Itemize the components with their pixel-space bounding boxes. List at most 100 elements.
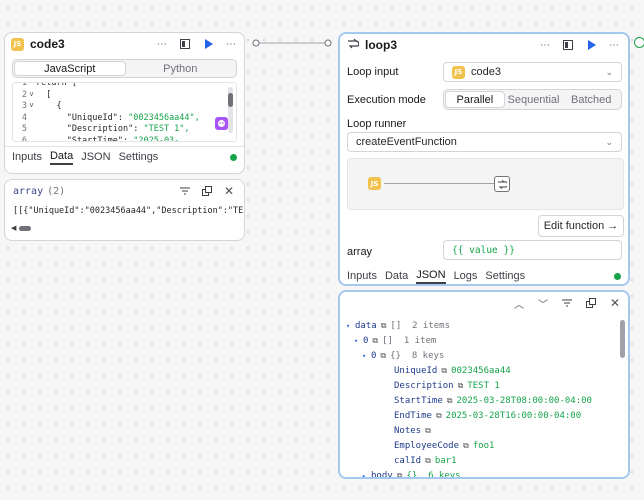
filter-icon[interactable]: [178, 184, 192, 198]
menu-icon[interactable]: ⋯: [607, 38, 621, 52]
filter-icon[interactable]: [560, 296, 574, 310]
json-row[interactable]: UniqueId ⧉ 0023456aa44: [346, 363, 511, 378]
loop-node[interactable]: loop3 ⋯ ⋯ Loop input JS code3 ⌄ Executio…: [338, 32, 630, 286]
loop-input-select[interactable]: JS code3 ⌄: [443, 62, 622, 82]
line-number: 2: [21, 89, 27, 100]
code-line: 4 "UniqueId": "0023456aa44",: [13, 113, 224, 125]
horizontal-scrollbar[interactable]: ◀: [11, 224, 32, 232]
code-node[interactable]: JS code3 ⋯ ⋯ JavaScript Python 1 return […: [4, 32, 245, 174]
json-row[interactable]: ▾ 0 ⧉ {} 8 keys: [346, 348, 444, 363]
copy-icon[interactable]: ⧉: [447, 396, 453, 406]
play-icon[interactable]: [584, 38, 598, 52]
copy-icon[interactable]: ⧉: [381, 321, 387, 331]
json-row[interactable]: StartTime ⧉ 2025-03-28T08:00:00-04:00: [346, 393, 592, 408]
chevron-down-icon[interactable]: ﹀: [536, 296, 550, 311]
tab-json[interactable]: JSON: [416, 269, 446, 284]
loop-output-handle[interactable]: [634, 37, 644, 48]
input-handle: [324, 39, 332, 47]
copy-icon[interactable]: ⧉: [436, 411, 442, 421]
caret-right-icon[interactable]: ▸: [362, 472, 371, 478]
tab-python[interactable]: Python: [126, 61, 236, 76]
tab-settings[interactable]: Settings: [485, 270, 525, 282]
js-icon: JS: [452, 65, 465, 79]
json-key: EmployeeCode: [394, 440, 460, 451]
caret-down-icon[interactable]: ▾: [354, 337, 363, 345]
code-node-header: JS code3 ⋯ ⋯: [5, 33, 244, 55]
json-row[interactable]: ▸ body ⧉{} 6 keys: [346, 468, 461, 478]
tab-inputs[interactable]: Inputs: [12, 151, 42, 163]
copy-icon[interactable]: ⧉: [441, 366, 447, 376]
more-icon[interactable]: ⋯: [155, 37, 169, 51]
mode-parallel[interactable]: Parallel: [445, 91, 505, 108]
tab-json[interactable]: JSON: [81, 151, 110, 163]
json-row[interactable]: Description ⧉ TEST 1: [346, 378, 500, 393]
status-success-dot: [230, 153, 237, 161]
loop-input-label: Loop input: [347, 66, 399, 78]
copy-icon[interactable]: ⧉: [372, 336, 378, 346]
play-icon[interactable]: [201, 37, 215, 51]
fold-icon[interactable]: [27, 83, 36, 90]
fold-icon[interactable]: v: [27, 90, 36, 102]
fold-icon[interactable]: v: [27, 101, 36, 113]
caret-down-icon[interactable]: ▾: [362, 352, 371, 360]
panel-icon[interactable]: [178, 37, 192, 51]
json-row[interactable]: EmployeeCode ⧉ foo1: [346, 438, 494, 453]
tab-settings[interactable]: Settings: [119, 151, 159, 163]
caret-down-icon[interactable]: ▾: [346, 322, 355, 330]
chevron-down-icon: ⌄: [605, 66, 613, 77]
close-icon[interactable]: ✕: [222, 184, 236, 198]
json-row[interactable]: EndTime ⧉ 2025-03-28T16:00:00-04:00: [346, 408, 581, 423]
tab-logs[interactable]: Logs: [454, 270, 478, 282]
loop-runner-select[interactable]: createEventFunction ⌄: [347, 132, 622, 152]
loop-input-value: code3: [471, 66, 501, 78]
fold-icon[interactable]: [27, 124, 36, 136]
copy-icon[interactable]: ⧉: [463, 441, 469, 451]
tab-data[interactable]: Data: [49, 150, 74, 165]
mode-sequential[interactable]: Sequential: [505, 91, 563, 108]
tab-data[interactable]: Data: [385, 270, 408, 282]
tab-javascript[interactable]: JavaScript: [14, 61, 126, 76]
panel-icon[interactable]: [561, 38, 575, 52]
copy-icon[interactable]: ⧉: [380, 351, 386, 361]
editor-scroll-thumb[interactable]: [228, 93, 233, 107]
copy-icon[interactable]: ⧉: [397, 471, 403, 478]
array-output-panel: array (2) ✕ [[{"UniqueId":"0023456aa44",…: [4, 179, 245, 241]
node-connector: [252, 39, 332, 47]
json-type: {}: [406, 470, 418, 478]
json-row[interactable]: ▾ 0 ⧉ [] 1 item: [346, 333, 436, 348]
loop-runner-value: createEventFunction: [356, 136, 457, 148]
more-icon[interactable]: ⋯: [538, 38, 552, 52]
copy-icon[interactable]: ⧉: [425, 456, 431, 466]
tab-inputs[interactable]: Inputs: [347, 270, 377, 282]
code-string: "2025-03-: [133, 135, 180, 142]
fold-icon[interactable]: [27, 113, 36, 125]
json-scrollbar[interactable]: [620, 320, 625, 358]
menu-icon[interactable]: ⋯: [224, 37, 238, 51]
code-editor[interactable]: 1 return [2 v [3 v {4 "UniqueId": "0023456a…: [12, 82, 237, 142]
json-value: foo1: [472, 440, 495, 451]
array-param-input[interactable]: {{ value }}: [443, 240, 622, 260]
popout-icon[interactable]: [200, 184, 214, 198]
json-value: TEST 1: [467, 380, 500, 391]
scroll-left-icon[interactable]: ◀: [11, 224, 16, 232]
fold-icon[interactable]: [27, 136, 36, 142]
scroll-thumb[interactable]: [19, 225, 32, 231]
popout-icon[interactable]: [584, 296, 598, 310]
json-row[interactable]: ▾ data ⧉[] 2 items: [346, 318, 450, 333]
loop-runner-label: Loop runner: [347, 118, 407, 130]
json-row[interactable]: Notes ⧉: [346, 423, 435, 438]
mode-batched[interactable]: Batched: [562, 91, 620, 108]
copy-icon[interactable]: ⧉: [425, 426, 431, 436]
close-icon[interactable]: ✕: [608, 296, 622, 310]
edit-function-button[interactable]: Edit function →: [538, 215, 624, 237]
status-success-dot: [614, 272, 621, 280]
copy-icon[interactable]: ⧉: [458, 381, 464, 391]
json-row[interactable]: calId ⧉ bar1: [346, 453, 457, 468]
ai-assist-icon[interactable]: [215, 117, 228, 130]
chevron-up-icon[interactable]: ︿: [512, 296, 526, 311]
code-string: "TEST 1",: [143, 124, 190, 134]
array-content: [[{"UniqueId":"0023456aa44","Description…: [13, 206, 244, 216]
